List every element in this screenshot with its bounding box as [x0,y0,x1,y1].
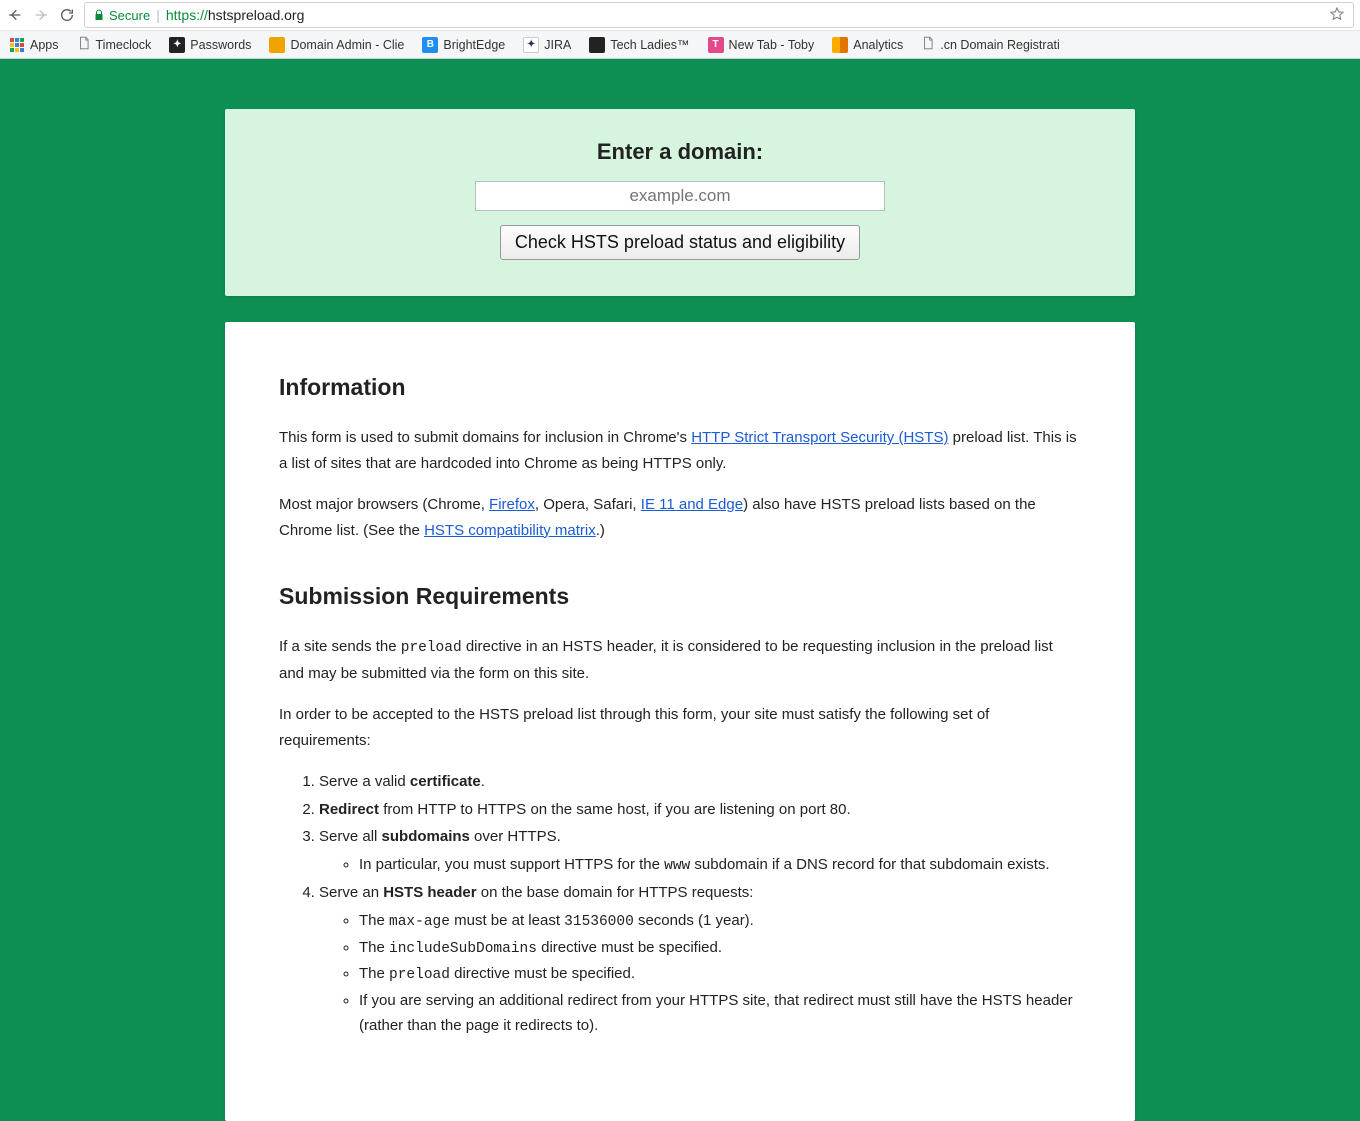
brightedge-icon: B [422,37,438,53]
content-card: Information This form is used to submit … [225,322,1135,1121]
domain-form-card: Enter a domain: Check HSTS preload statu… [225,109,1135,296]
apps-button[interactable]: Apps [6,36,63,54]
forward-button[interactable] [32,6,50,24]
lock-icon [93,8,105,22]
information-heading: Information [279,368,1081,407]
req-paragraph-1: If a site sends the preload directive in… [279,634,1081,686]
info-paragraph-2: Most major browsers (Chrome, Firefox, Op… [279,492,1081,543]
file-icon [921,35,935,54]
dark-icon [589,37,605,53]
bookmark-star-button[interactable] [1329,6,1345,25]
arrow-right-icon [33,7,49,23]
reload-button[interactable] [58,6,76,24]
back-button[interactable] [6,6,24,24]
toby-icon: T [708,37,724,53]
analytics-icon [832,37,848,53]
req-item-2: Redirect from HTTP to HTTPS on the same … [319,797,1081,823]
reload-icon [59,7,75,23]
bookmark-analytics[interactable]: Analytics [828,35,907,55]
secure-indicator: Secure [93,8,150,23]
browser-chrome: Secure | https://hstspreload.org Apps Ti… [0,0,1360,59]
jira-icon: ✦ [523,37,539,53]
check-status-button[interactable]: Check HSTS preload status and eligibilit… [500,225,860,260]
secure-label: Secure [109,8,150,23]
req-item-3: Serve all subdomains over HTTPS. In part… [319,824,1081,878]
orange-icon [269,37,285,53]
firefox-link[interactable]: Firefox [489,496,535,513]
bookmark-passwords[interactable]: ✦ Passwords [165,35,255,55]
bookmark-jira[interactable]: ✦ JIRA [519,35,575,55]
separator: | [156,7,160,23]
bookmark-tech-ladies[interactable]: Tech Ladies™ [585,35,693,55]
form-heading: Enter a domain: [265,139,1095,165]
apps-label: Apps [30,38,59,52]
page-body: Enter a domain: Check HSTS preload statu… [0,59,1360,1121]
req-item-4: Serve an HSTS header on the base domain … [319,880,1081,1038]
hsts-wiki-link[interactable]: HTTP Strict Transport Security (HSTS) [691,429,948,446]
key-icon: ✦ [169,37,185,53]
req-item-3-sub: In particular, you must support HTTPS fo… [359,852,1081,879]
ie-edge-link[interactable]: IE 11 and Edge [641,496,743,513]
file-icon [77,35,91,54]
req-item-4-sub-1: The max-age must be at least 31536000 se… [359,908,1081,935]
domain-input[interactable] [475,181,885,211]
info-paragraph-1: This form is used to submit domains for … [279,425,1081,476]
req-item-4-sub-2: The includeSubDomains directive must be … [359,935,1081,962]
requirements-heading: Submission Requirements [279,577,1081,616]
toolbar: Secure | https://hstspreload.org [0,0,1360,30]
req-item-4-sub-4: If you are serving an additional redirec… [359,988,1081,1039]
bookmarks-bar: Apps Timeclock ✦ Passwords Domain Admin … [0,30,1360,58]
bookmark-new-tab-toby[interactable]: T New Tab - Toby [704,35,819,55]
url-text: https://hstspreload.org [166,7,305,23]
address-bar[interactable]: Secure | https://hstspreload.org [84,2,1354,28]
bookmark-brightedge[interactable]: B BrightEdge [418,35,509,55]
requirements-list: Serve a valid certificate. Redirect from… [319,769,1081,1039]
arrow-left-icon [7,7,23,23]
star-icon [1329,6,1345,22]
req-paragraph-2: In order to be accepted to the HSTS prel… [279,702,1081,753]
bookmark-domain-admin[interactable]: Domain Admin - Clie [265,35,408,55]
bookmark-cn-domain[interactable]: .cn Domain Registrati [917,33,1064,56]
bookmark-timeclock[interactable]: Timeclock [73,33,156,56]
req-item-1: Serve a valid certificate. [319,769,1081,795]
apps-icon [10,38,24,52]
req-item-4-sub-3: The preload directive must be specified. [359,961,1081,988]
compat-matrix-link[interactable]: HSTS compatibility matrix [424,522,596,539]
